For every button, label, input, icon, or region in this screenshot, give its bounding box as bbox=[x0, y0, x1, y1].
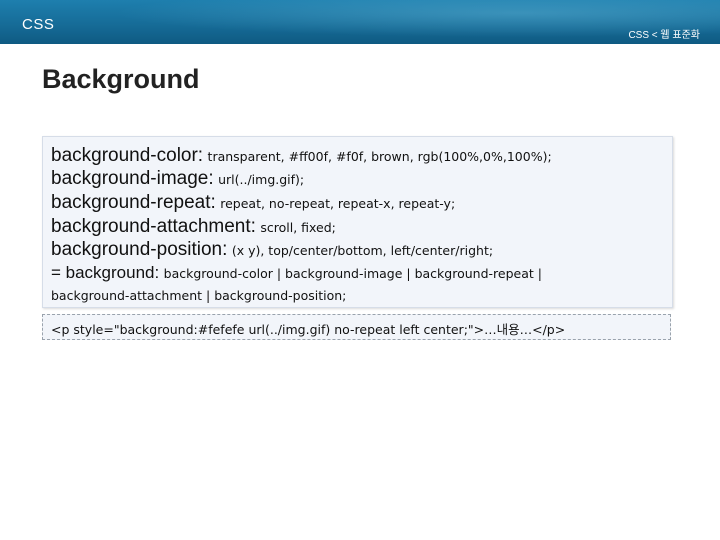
code-example: <p style="background:#fefefe url(../img.… bbox=[51, 322, 566, 337]
shorthand-continuation-row: background-attachment | background-posit… bbox=[51, 287, 346, 305]
property-row-position: background-position: (x y), top/center/b… bbox=[51, 239, 493, 261]
property-name: background-attachment: bbox=[51, 216, 256, 237]
property-value: url(../img.gif); bbox=[218, 172, 305, 187]
page-title: Background bbox=[42, 64, 200, 94]
breadcrumb: CSS < 웹 표준화 bbox=[628, 30, 700, 41]
shorthand-row: = background: background-color | backgro… bbox=[51, 263, 542, 283]
code-example-box: <p style="background:#fefefe url(../img.… bbox=[42, 314, 671, 340]
shorthand-value-line1: background-color | background-image | ba… bbox=[163, 266, 542, 281]
property-panel: background-color: transparent, #ff00f, #… bbox=[42, 136, 673, 308]
shorthand-prefix: = background: bbox=[51, 263, 160, 282]
property-name: background-color: bbox=[51, 145, 204, 166]
property-row-color: background-color: transparent, #ff00f, #… bbox=[51, 145, 552, 167]
property-name: background-position: bbox=[51, 239, 228, 260]
property-row-attachment: background-attachment: scroll, fixed; bbox=[51, 216, 336, 238]
property-value: transparent, #ff00f, #f0f, brown, rgb(10… bbox=[207, 149, 552, 164]
shorthand-value-line2: background-attachment | background-posit… bbox=[51, 288, 347, 303]
property-value: (x y), top/center/bottom, left/center/ri… bbox=[231, 243, 494, 258]
property-name: background-repeat: bbox=[51, 192, 216, 213]
property-row-image: background-image: url(../img.gif); bbox=[51, 168, 304, 190]
header-bar: CSS CSS < 웹 표준화 bbox=[0, 0, 720, 44]
header-sheen bbox=[0, 0, 720, 44]
property-name: background-image: bbox=[51, 168, 214, 189]
property-row-repeat: background-repeat: repeat, no-repeat, re… bbox=[51, 192, 455, 214]
header-title: CSS bbox=[22, 16, 55, 33]
property-value: repeat, no-repeat, repeat-x, repeat-y; bbox=[220, 196, 456, 211]
property-value: scroll, fixed; bbox=[260, 220, 336, 235]
